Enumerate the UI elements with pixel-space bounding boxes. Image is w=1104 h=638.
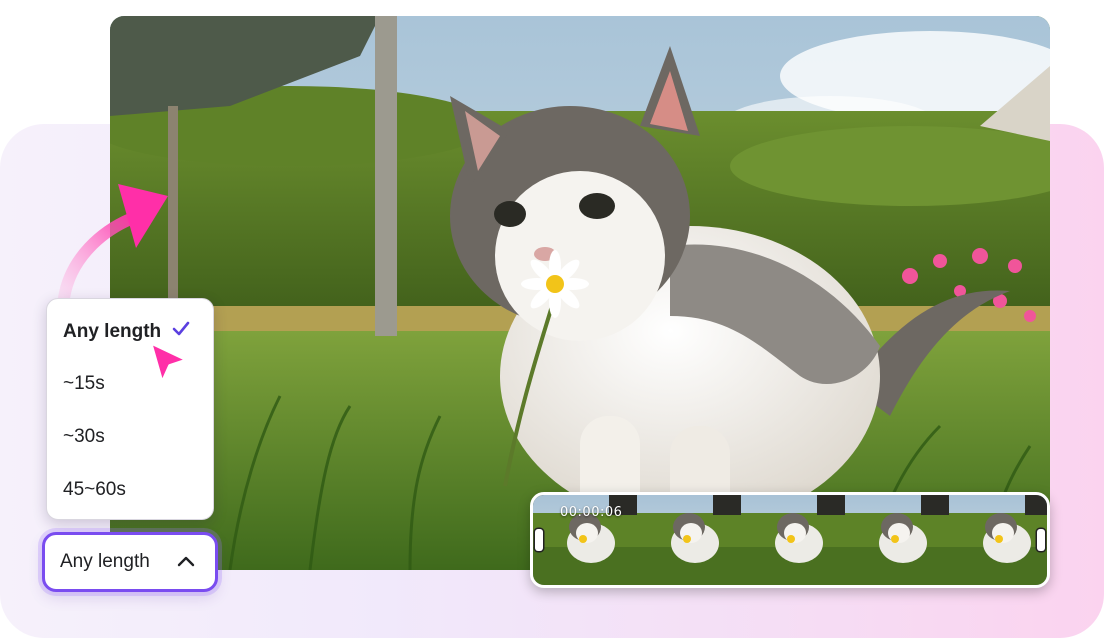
- trim-handle-left[interactable]: [535, 529, 543, 551]
- chevron-up-icon: [177, 556, 195, 567]
- app-canvas: Any length ~15s ~30s 45~60s Any length 0…: [0, 0, 1104, 638]
- length-dropdown[interactable]: Any length: [42, 532, 218, 592]
- timeline-timecode: 00:00:06: [560, 505, 623, 520]
- cursor-pointer-icon: [148, 340, 190, 386]
- trim-handle-right[interactable]: [1037, 529, 1045, 551]
- length-dropdown-label: Any length: [60, 551, 150, 572]
- length-menu: Any length ~15s ~30s 45~60s: [46, 298, 214, 520]
- length-option-15s[interactable]: ~15s: [63, 369, 105, 399]
- video-preview: [110, 16, 1050, 570]
- timeline-strip[interactable]: 00:00:06: [530, 492, 1050, 588]
- length-option-30s[interactable]: ~30s: [63, 422, 105, 452]
- length-option-45-60s[interactable]: 45~60s: [63, 475, 126, 505]
- kitten-image: [110, 16, 1050, 570]
